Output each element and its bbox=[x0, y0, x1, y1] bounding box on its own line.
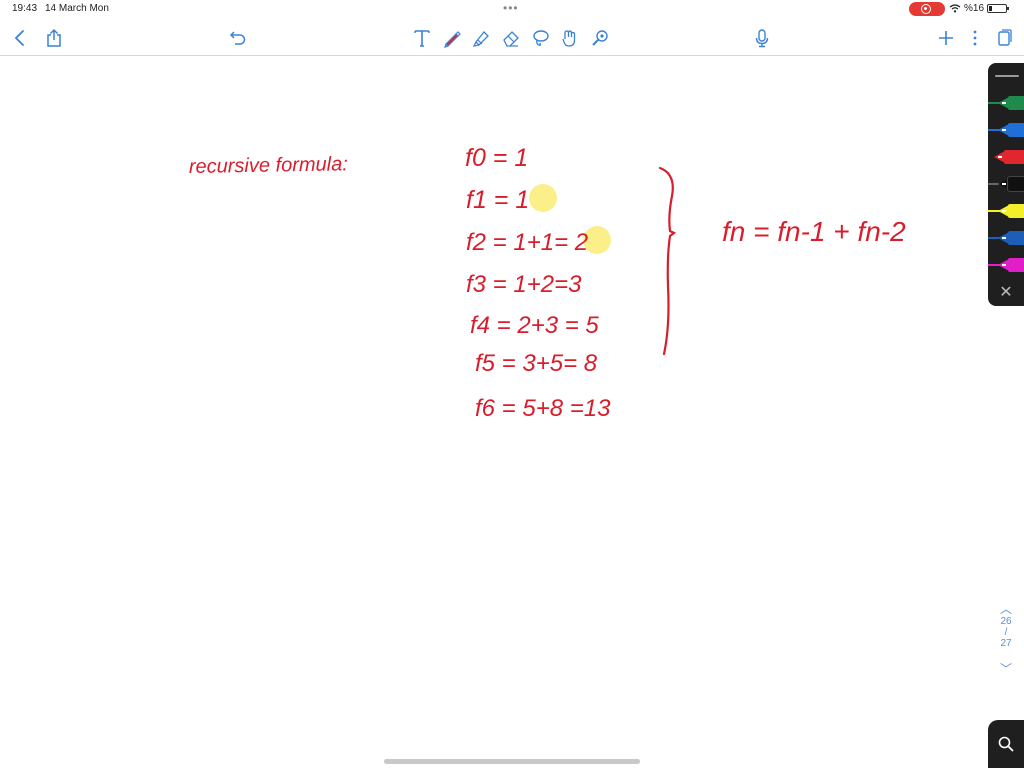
page-separator: / bbox=[1004, 627, 1008, 638]
line-f0: f0 = 1 bbox=[465, 144, 528, 172]
home-indicator[interactable] bbox=[384, 759, 640, 764]
pen-black[interactable] bbox=[988, 176, 1024, 192]
back-chevron-icon[interactable] bbox=[8, 26, 32, 50]
line-f5: f5 = 3+5= 8 bbox=[475, 350, 598, 377]
total-pages: 27 bbox=[1000, 638, 1012, 649]
highlighter-yellow[interactable] bbox=[988, 203, 1024, 219]
page-view-icon[interactable] bbox=[992, 26, 1016, 50]
microphone-icon[interactable] bbox=[750, 26, 774, 50]
status-bar: 19:43 14 March Mon ••• %16 bbox=[0, 0, 1024, 18]
line-f4: f4 = 2+3 = 5 bbox=[470, 312, 599, 339]
pen-dark-blue[interactable] bbox=[988, 230, 1024, 246]
undo-icon[interactable] bbox=[226, 26, 250, 50]
page-navigator: ︿ 26 / 27 ﹀ bbox=[990, 600, 1022, 676]
handwriting-layer: recursive formula: f0 = 1 f1 = 1 f2 = 1+… bbox=[189, 144, 906, 422]
line-f3: f3 = 1+2=3 bbox=[466, 271, 582, 298]
wifi-icon bbox=[949, 4, 961, 13]
chevron-up-icon[interactable]: ︿ bbox=[990, 600, 1022, 616]
eraser-tool-icon[interactable] bbox=[499, 26, 523, 50]
laser-pointer-icon[interactable] bbox=[588, 26, 612, 50]
zoom-button[interactable] bbox=[988, 720, 1024, 768]
shapes-tool-icon[interactable] bbox=[558, 26, 582, 50]
share-icon[interactable] bbox=[42, 26, 66, 50]
general-formula: fn = fn-1 + fn-2 bbox=[722, 216, 906, 247]
pen-green[interactable] bbox=[988, 95, 1024, 111]
battery-icon bbox=[987, 4, 1010, 13]
curly-brace bbox=[658, 166, 677, 356]
line-f2: f2 = 1+1= 2 bbox=[466, 229, 588, 256]
status-time: 19:43 bbox=[12, 3, 38, 14]
lasso-tool-icon[interactable] bbox=[529, 26, 553, 50]
highlighter-magenta[interactable] bbox=[988, 257, 1024, 273]
status-date: 14 March Mon bbox=[45, 3, 109, 14]
screen-recording-indicator[interactable] bbox=[909, 2, 945, 16]
battery-percent: %16 bbox=[964, 3, 985, 14]
notes-canvas[interactable]: recursive formula: f0 = 1 f1 = 1 f2 = 1+… bbox=[0, 56, 1024, 768]
text-tool-icon[interactable] bbox=[410, 26, 434, 50]
line-f6: f6 = 5+8 =13 bbox=[475, 395, 611, 422]
line-f1: f1 = 1 bbox=[466, 186, 529, 214]
chevron-down-icon[interactable]: ﹀ bbox=[990, 660, 1022, 676]
pen-palette: ✕ bbox=[988, 63, 1024, 306]
more-options-icon[interactable] bbox=[963, 26, 987, 50]
pen-red-selected[interactable] bbox=[984, 149, 1024, 165]
palette-grip[interactable] bbox=[995, 75, 1019, 77]
highlight-f1-value bbox=[529, 184, 557, 212]
status-indicators: %16 bbox=[949, 3, 1010, 14]
add-icon[interactable] bbox=[934, 26, 958, 50]
label-recursive-formula: recursive formula: bbox=[189, 153, 348, 178]
search-icon bbox=[998, 736, 1014, 752]
close-icon[interactable]: ✕ bbox=[998, 285, 1014, 301]
multitasking-dots-icon[interactable]: ••• bbox=[503, 1, 519, 15]
toolbar bbox=[0, 18, 1024, 56]
pen-tool-icon[interactable] bbox=[440, 26, 464, 50]
highlighter-tool-icon[interactable] bbox=[469, 26, 493, 50]
pen-blue[interactable] bbox=[988, 122, 1024, 138]
